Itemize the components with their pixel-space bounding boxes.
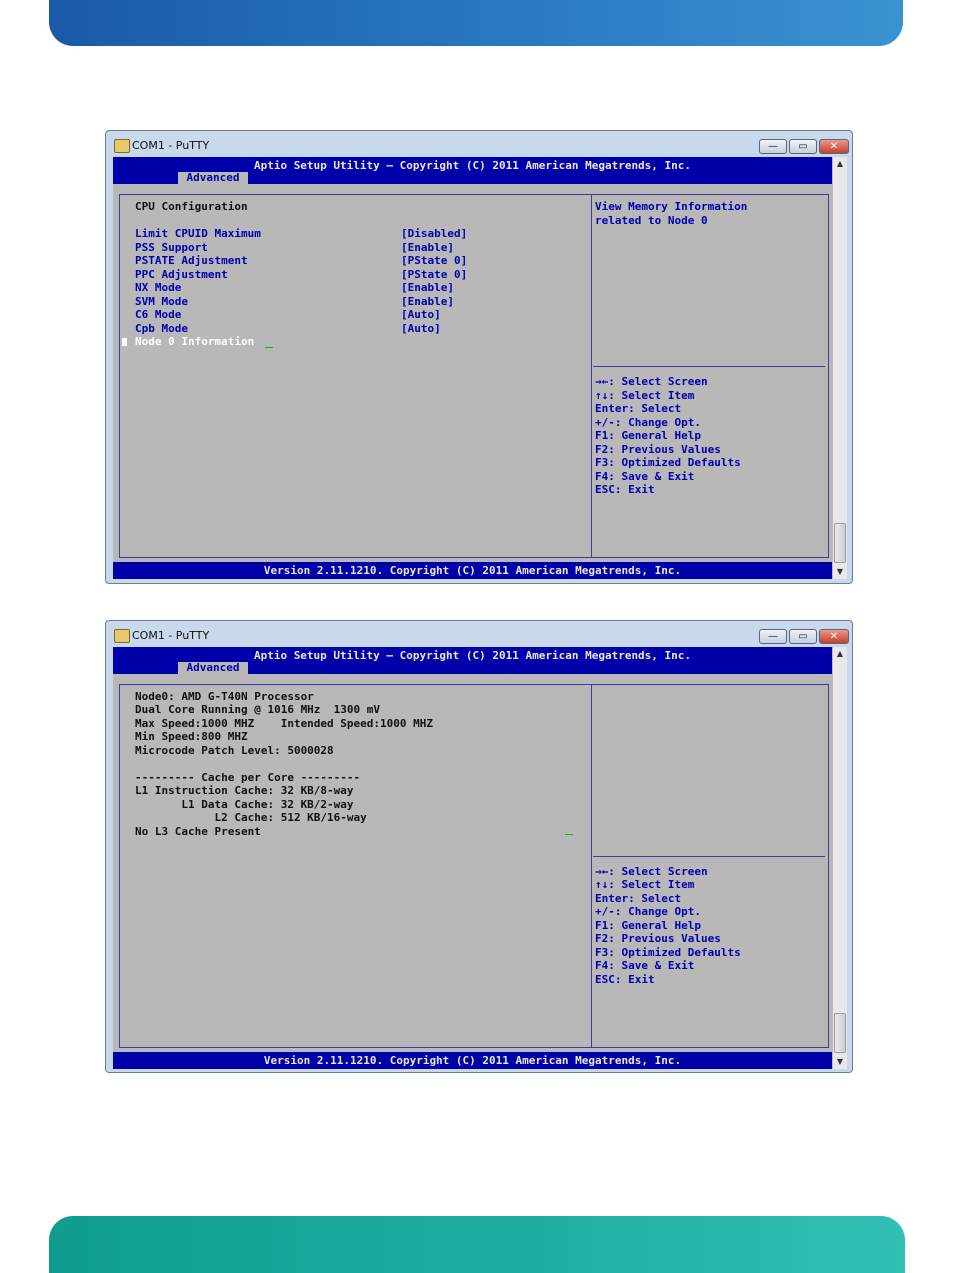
tab-advanced[interactable]: Advanced [178, 662, 248, 674]
info-line: --------- Cache per Core --------- [135, 771, 361, 784]
key-hint: F4: Save & Exit [595, 470, 695, 483]
key-hint: ↑↓: Select Item [595, 878, 695, 891]
terminal-area[interactable]: Aptio Setup Utility – Copyright (C) 2011… [113, 157, 832, 579]
setting-value-nx-mode[interactable]: [Enable] [401, 281, 454, 294]
putty-window-node0-information: COM1 - PuTTY — ▭ ✕ Aptio Setup Utility –… [105, 620, 853, 1073]
putty-window-cpu-configuration: COM1 - PuTTY — ▭ ✕ Aptio Setup Utility –… [105, 130, 853, 584]
setting-value-limit-cpuid[interactable]: [Disabled] [401, 227, 467, 240]
key-hint: ESC: Exit [595, 973, 655, 986]
info-line: L1 Instruction Cache: 32 KB/8-way [135, 784, 354, 797]
setting-value-pss-support[interactable]: [Enable] [401, 241, 454, 254]
vertical-scrollbar[interactable]: ▲ ▼ [832, 157, 847, 579]
minimize-button[interactable]: — [759, 139, 787, 154]
window-title: COM1 - PuTTY [132, 629, 210, 642]
maximize-button[interactable]: ▭ [789, 629, 817, 644]
info-line: L2 Cache: 512 KB/16-way [135, 811, 367, 824]
window-titlebar: COM1 - PuTTY — ▭ ✕ [106, 621, 852, 647]
setting-value-svm-mode[interactable]: [Enable] [401, 295, 454, 308]
setting-value-cpb-mode[interactable]: [Auto] [401, 322, 441, 335]
bios-header: Aptio Setup Utility – Copyright (C) 2011… [113, 647, 832, 674]
help-text-line: related to Node 0 [595, 214, 708, 227]
bios-footer: Version 2.11.1210. Copyright (C) 2011 Am… [113, 1052, 832, 1069]
bottom-banner [49, 1216, 905, 1273]
setting-value-c6-mode[interactable]: [Auto] [401, 308, 441, 321]
tab-advanced[interactable]: Advanced [178, 172, 248, 184]
info-line: Dual Core Running @ 1016 MHz 1300 mV [135, 703, 381, 716]
submenu-node0-information[interactable]: Node 0 Information [135, 335, 254, 348]
key-hint: +/-: Change Opt. [595, 905, 701, 918]
scroll-thumb[interactable] [834, 1013, 846, 1053]
info-line: Microcode Patch Level: 5000028 [135, 744, 334, 757]
setting-label-ppc-adjustment[interactable]: PPC Adjustment [135, 268, 228, 281]
text-cursor [565, 834, 573, 835]
setting-label-pss-support[interactable]: PSS Support [135, 241, 208, 254]
section-title: CPU Configuration [135, 200, 248, 213]
key-hint: F3: Optimized Defaults [595, 946, 741, 959]
key-hint: F2: Previous Values [595, 932, 721, 945]
scroll-thumb[interactable] [834, 523, 846, 563]
scroll-down-arrow-icon[interactable]: ▼ [833, 565, 847, 579]
key-hint: F1: General Help [595, 919, 701, 932]
terminal-area[interactable]: Aptio Setup Utility – Copyright (C) 2011… [113, 647, 832, 1069]
bios-header: Aptio Setup Utility – Copyright (C) 2011… [113, 157, 832, 184]
scroll-down-arrow-icon[interactable]: ▼ [833, 1055, 847, 1069]
setting-label-nx-mode[interactable]: NX Mode [135, 281, 181, 294]
help-text-line: View Memory Information [595, 200, 748, 213]
info-line: Min Speed:800 MHZ [135, 730, 248, 743]
scroll-up-arrow-icon[interactable]: ▲ [833, 157, 847, 171]
setting-value-ppc-adjustment[interactable]: [PState 0] [401, 268, 467, 281]
setting-label-pstate-adjustment[interactable]: PSTATE Adjustment [135, 254, 248, 267]
panel-divider [591, 684, 592, 1048]
panel-divider [591, 194, 592, 558]
close-button[interactable]: ✕ [819, 139, 849, 154]
key-hint: ESC: Exit [595, 483, 655, 496]
key-hint: F2: Previous Values [595, 443, 721, 456]
putty-icon [114, 629, 130, 643]
top-banner [49, 0, 903, 46]
setting-value-pstate-adjustment[interactable]: [PState 0] [401, 254, 467, 267]
key-hint: F3: Optimized Defaults [595, 456, 741, 469]
key-hint: Enter: Select [595, 892, 682, 905]
key-hint: F4: Save & Exit [595, 959, 695, 972]
help-divider [593, 366, 825, 367]
bios-footer: Version 2.11.1210. Copyright (C) 2011 Am… [113, 562, 832, 579]
help-divider [593, 856, 825, 857]
info-line: Max Speed:1000 MHZ Intended Speed:1000 M… [135, 717, 434, 730]
setting-label-limit-cpuid[interactable]: Limit CPUID Maximum [135, 227, 261, 240]
close-button[interactable]: ✕ [819, 629, 849, 644]
submenu-marker [122, 338, 127, 346]
info-line: Node0: AMD G-T40N Processor [135, 690, 314, 703]
text-cursor [265, 347, 273, 348]
window-title: COM1 - PuTTY [132, 139, 210, 152]
setting-label-svm-mode[interactable]: SVM Mode [135, 295, 188, 308]
bios-content-frame [119, 194, 829, 558]
key-hint: →←: Select Screen [595, 375, 708, 388]
info-line: No L3 Cache Present [135, 825, 261, 838]
setting-label-cpb-mode[interactable]: Cpb Mode [135, 322, 188, 335]
key-hint: ↑↓: Select Item [595, 389, 695, 402]
vertical-scrollbar[interactable]: ▲ ▼ [832, 647, 847, 1069]
maximize-button[interactable]: ▭ [789, 139, 817, 154]
scroll-up-arrow-icon[interactable]: ▲ [833, 647, 847, 661]
key-hint: →←: Select Screen [595, 865, 708, 878]
key-hint: F1: General Help [595, 429, 701, 442]
window-titlebar: COM1 - PuTTY — ▭ ✕ [106, 131, 852, 157]
info-line: L1 Data Cache: 32 KB/2-way [135, 798, 354, 811]
setting-label-c6-mode[interactable]: C6 Mode [135, 308, 181, 321]
putty-icon [114, 139, 130, 153]
minimize-button[interactable]: — [759, 629, 787, 644]
key-hint: Enter: Select [595, 402, 682, 415]
key-hint: +/-: Change Opt. [595, 416, 701, 429]
